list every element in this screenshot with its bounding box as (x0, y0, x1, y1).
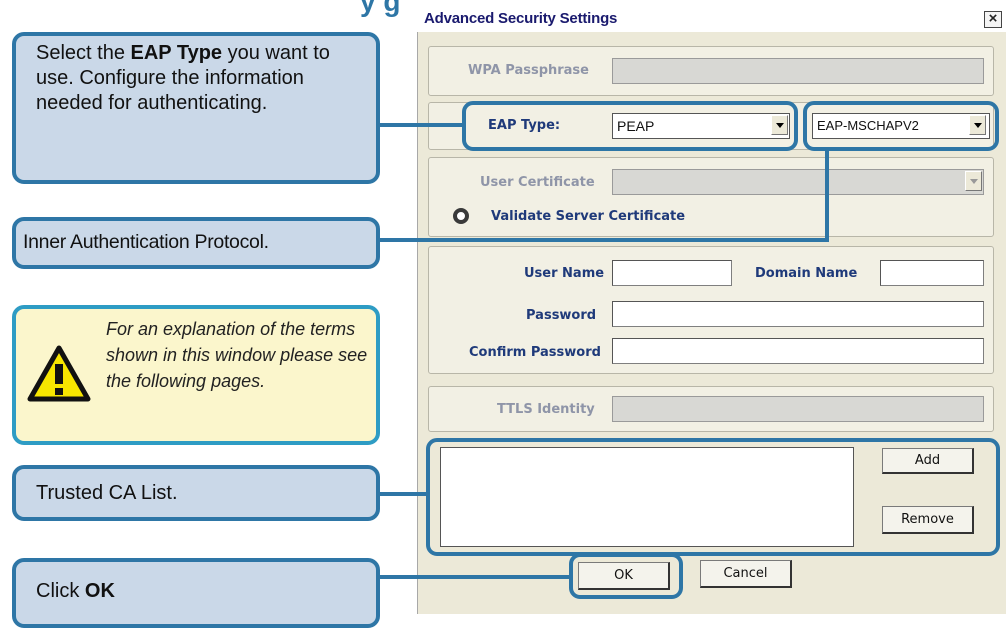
wpa-passphrase-label: WPA Passphrase (468, 63, 589, 78)
eap-callout-text-pre: Select the (36, 42, 131, 64)
chevron-down-icon (969, 178, 978, 184)
validate-server-cert-label: Validate Server Certificate (491, 209, 686, 224)
user-certificate-label: User Certificate (480, 175, 595, 190)
connector-eap-type (378, 123, 464, 127)
validate-server-cert-radio[interactable] (453, 208, 469, 224)
note-callout-text: For an explanation of the terms shown in… (106, 319, 368, 391)
trusted-ca-callout-text: Trusted CA List. (36, 482, 178, 504)
wpa-passphrase-input[interactable] (612, 58, 984, 84)
connector-inner-auth-vertical (825, 148, 829, 242)
trusted-ca-callout: Trusted CA List. (12, 465, 380, 521)
eap-type-callout: Select the EAP Type you want to use. Con… (12, 32, 380, 184)
trusted-ca-highlight (426, 438, 1000, 556)
user-certificate-select[interactable] (612, 169, 984, 195)
connector-trusted-ca (378, 492, 428, 496)
user-certificate-dropdown-arrow[interactable] (965, 171, 982, 191)
connector-inner-auth-horizontal (378, 238, 829, 242)
ttls-identity-input[interactable] (612, 396, 984, 422)
user-name-input[interactable] (612, 260, 732, 286)
ttls-identity-label: TTLS Identity (497, 402, 595, 417)
user-name-label: User Name (524, 266, 605, 281)
inner-auth-highlight (803, 101, 999, 151)
confirm-password-input[interactable] (612, 338, 984, 364)
eap-type-highlight (462, 101, 798, 151)
ok-callout-text-pre: Click (36, 580, 85, 602)
ok-button-highlight (569, 553, 683, 599)
connector-ok (378, 575, 571, 579)
background-heading-fragment: y g (360, 0, 401, 17)
eap-callout-text-bold: EAP Type (130, 42, 223, 64)
warning-icon (27, 345, 91, 402)
password-input[interactable] (612, 301, 984, 327)
inner-auth-callout: Inner Authentication Protocol. (12, 217, 380, 269)
ok-callout-text-bold: OK (84, 580, 115, 602)
dialog-title: Advanced Security Settings (424, 10, 618, 27)
close-button[interactable]: × (984, 11, 1002, 28)
cancel-button[interactable]: Cancel (700, 560, 792, 588)
password-label: Password (526, 308, 597, 323)
domain-name-input[interactable] (880, 260, 984, 286)
domain-name-label: Domain Name (755, 266, 858, 281)
inner-auth-callout-text: Inner Authentication Protocol. (23, 231, 269, 253)
ok-callout: Click OK (12, 558, 380, 628)
confirm-password-label: Confirm Password (469, 345, 601, 360)
